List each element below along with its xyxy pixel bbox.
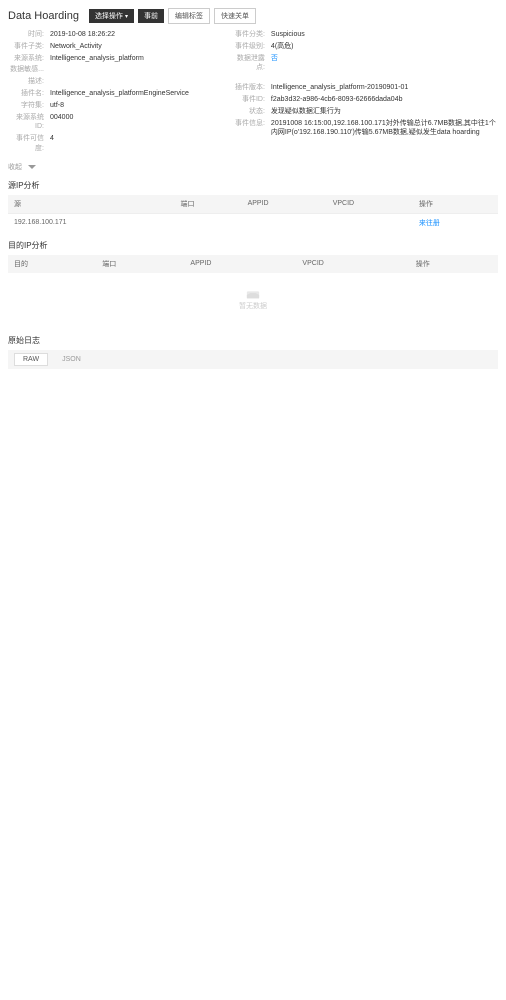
detail-label: 数据敏感... bbox=[8, 65, 50, 75]
detail-label: 数据泄露点: bbox=[229, 54, 271, 74]
detail-panel: 时间:2019-10-08 18:26:22 事件子类:Network_Acti… bbox=[8, 30, 498, 154]
chevron-down-icon: ▾ bbox=[125, 13, 128, 20]
detail-row: 插件版本:Intelligence_analysis_platform-2019… bbox=[229, 83, 498, 93]
detail-label: 事件可信度: bbox=[8, 134, 50, 154]
detail-row: 事件级别:4(高危) bbox=[229, 42, 498, 52]
prev-button[interactable]: 事前 bbox=[138, 9, 164, 23]
col-vpcid: VPCID bbox=[327, 195, 413, 214]
empty-text: 暂无数据 bbox=[239, 303, 267, 310]
detail-value: 4 bbox=[50, 134, 54, 144]
detail-label: 描述: bbox=[8, 77, 50, 87]
detail-value: f2ab3d32-a986-4cb6-8093-62666dada04b bbox=[271, 95, 403, 105]
detail-row: 事件子类:Network_Activity bbox=[8, 42, 189, 52]
select-operation-dropdown[interactable]: 选择操作 ▾ bbox=[89, 9, 134, 23]
detail-label: 来源系统: bbox=[8, 54, 50, 64]
detail-value: 004000 bbox=[50, 113, 73, 123]
detail-label: 事件ID: bbox=[229, 95, 271, 105]
detail-row: 数据泄露点:否 bbox=[229, 54, 498, 74]
detail-label: 事件级别: bbox=[229, 42, 271, 52]
raw-log-tabs: RAW JSON bbox=[8, 350, 498, 369]
detail-col-left: 时间:2019-10-08 18:26:22 事件子类:Network_Acti… bbox=[8, 30, 189, 154]
detail-label: 插件版本: bbox=[229, 83, 271, 93]
dst-analysis-table: 目的 端口 APPID VPCID 操作 bbox=[8, 255, 498, 273]
detail-value: Intelligence_analysis_platform bbox=[50, 54, 144, 64]
cell-appid bbox=[242, 213, 327, 232]
col-appid: APPID bbox=[184, 255, 296, 273]
detail-row: 插件名:Intelligence_analysis_platformEngine… bbox=[8, 89, 189, 99]
detail-label: 状态: bbox=[229, 107, 271, 117]
detail-value: 4(高危) bbox=[271, 42, 294, 52]
detail-label: 时间: bbox=[8, 30, 50, 40]
row-action-link[interactable]: 来往册 bbox=[419, 220, 440, 227]
cell-port bbox=[175, 213, 242, 232]
detail-label: 事件子类: bbox=[8, 42, 50, 52]
empty-icon bbox=[244, 287, 262, 301]
detail-row: 数据敏感... bbox=[8, 65, 189, 75]
detail-value: Intelligence_analysis_platform-20190901-… bbox=[271, 83, 408, 93]
detail-label: 插件名: bbox=[8, 89, 50, 99]
detail-row: 来源系统ID:004000 bbox=[8, 113, 189, 133]
quick-close-button[interactable]: 快速关单 bbox=[214, 8, 256, 24]
dst-analysis-title: 目的IP分析 bbox=[8, 240, 498, 251]
src-analysis-title: 源IP分析 bbox=[8, 180, 498, 191]
tab-raw[interactable]: RAW bbox=[14, 353, 48, 366]
col-port: 端口 bbox=[175, 195, 242, 214]
detail-row: 来源系统:Intelligence_analysis_platform bbox=[8, 54, 189, 64]
table-row: 192.168.100.171 来往册 bbox=[8, 213, 498, 232]
page-title: Data Hoarding bbox=[8, 10, 79, 22]
raw-log-title: 原始日志 bbox=[8, 335, 498, 346]
col-op: 操作 bbox=[410, 255, 498, 273]
empty-state: 暂无数据 bbox=[8, 273, 498, 325]
detail-row: 事件信息:20191008 16:15:00,192.168.100.171対外… bbox=[229, 119, 498, 139]
detail-label: 事件分类: bbox=[229, 30, 271, 40]
detail-row: 事件ID:f2ab3d32-a986-4cb6-8093-62666dada04… bbox=[229, 95, 498, 105]
detail-label: 字符集: bbox=[8, 101, 50, 111]
detail-value: Suspicious bbox=[271, 30, 305, 40]
col-appid: APPID bbox=[242, 195, 327, 214]
col-port: 端口 bbox=[96, 255, 184, 273]
edit-tag-button[interactable]: 编辑标签 bbox=[168, 8, 210, 24]
cell-vpcid bbox=[327, 213, 413, 232]
detail-value: 20191008 16:15:00,192.168.100.171対外传输总计6… bbox=[271, 119, 498, 139]
detail-row: 描述: bbox=[8, 77, 189, 87]
col-src: 源 bbox=[8, 195, 175, 214]
detail-value: Network_Activity bbox=[50, 42, 102, 52]
detail-row: 时间:2019-10-08 18:26:22 bbox=[8, 30, 189, 40]
collapse-label: 收起 bbox=[8, 162, 22, 172]
collapse-toggle[interactable]: 收起 bbox=[8, 162, 498, 172]
detail-row: 状态:发现疑似数据汇集行为 bbox=[229, 107, 498, 117]
detail-row: 字符集:utf-8 bbox=[8, 101, 189, 111]
cell-src: 192.168.100.171 bbox=[8, 213, 175, 232]
detail-value: 2019-10-08 18:26:22 bbox=[50, 30, 115, 40]
detail-value: Intelligence_analysis_platformEngineServ… bbox=[50, 89, 189, 99]
src-analysis-table: 源 端口 APPID VPCID 操作 192.168.100.171 来往册 bbox=[8, 195, 498, 232]
chevron-down-icon bbox=[28, 165, 36, 169]
col-vpcid: VPCID bbox=[296, 255, 409, 273]
header: Data Hoarding 选择操作 ▾ 事前 编辑标签 快速关单 bbox=[8, 8, 498, 24]
detail-col-right: 事件分类:Suspicious 事件级别:4(高危) 数据泄露点:否 插件版本:… bbox=[229, 30, 498, 154]
detail-label: 事件信息: bbox=[229, 119, 271, 129]
detail-row: 事件可信度:4 bbox=[8, 134, 189, 154]
detail-value[interactable]: 否 bbox=[271, 54, 278, 64]
col-dst: 目的 bbox=[8, 255, 96, 273]
col-op: 操作 bbox=[413, 195, 498, 214]
detail-label: 来源系统ID: bbox=[8, 113, 50, 133]
select-operation-label: 选择操作 bbox=[95, 11, 123, 21]
detail-value: utf-8 bbox=[50, 101, 64, 111]
detail-row: 事件分类:Suspicious bbox=[229, 30, 498, 40]
prev-label: 事前 bbox=[144, 11, 158, 21]
tab-json[interactable]: JSON bbox=[54, 353, 89, 366]
detail-value: 发现疑似数据汇集行为 bbox=[271, 107, 341, 117]
